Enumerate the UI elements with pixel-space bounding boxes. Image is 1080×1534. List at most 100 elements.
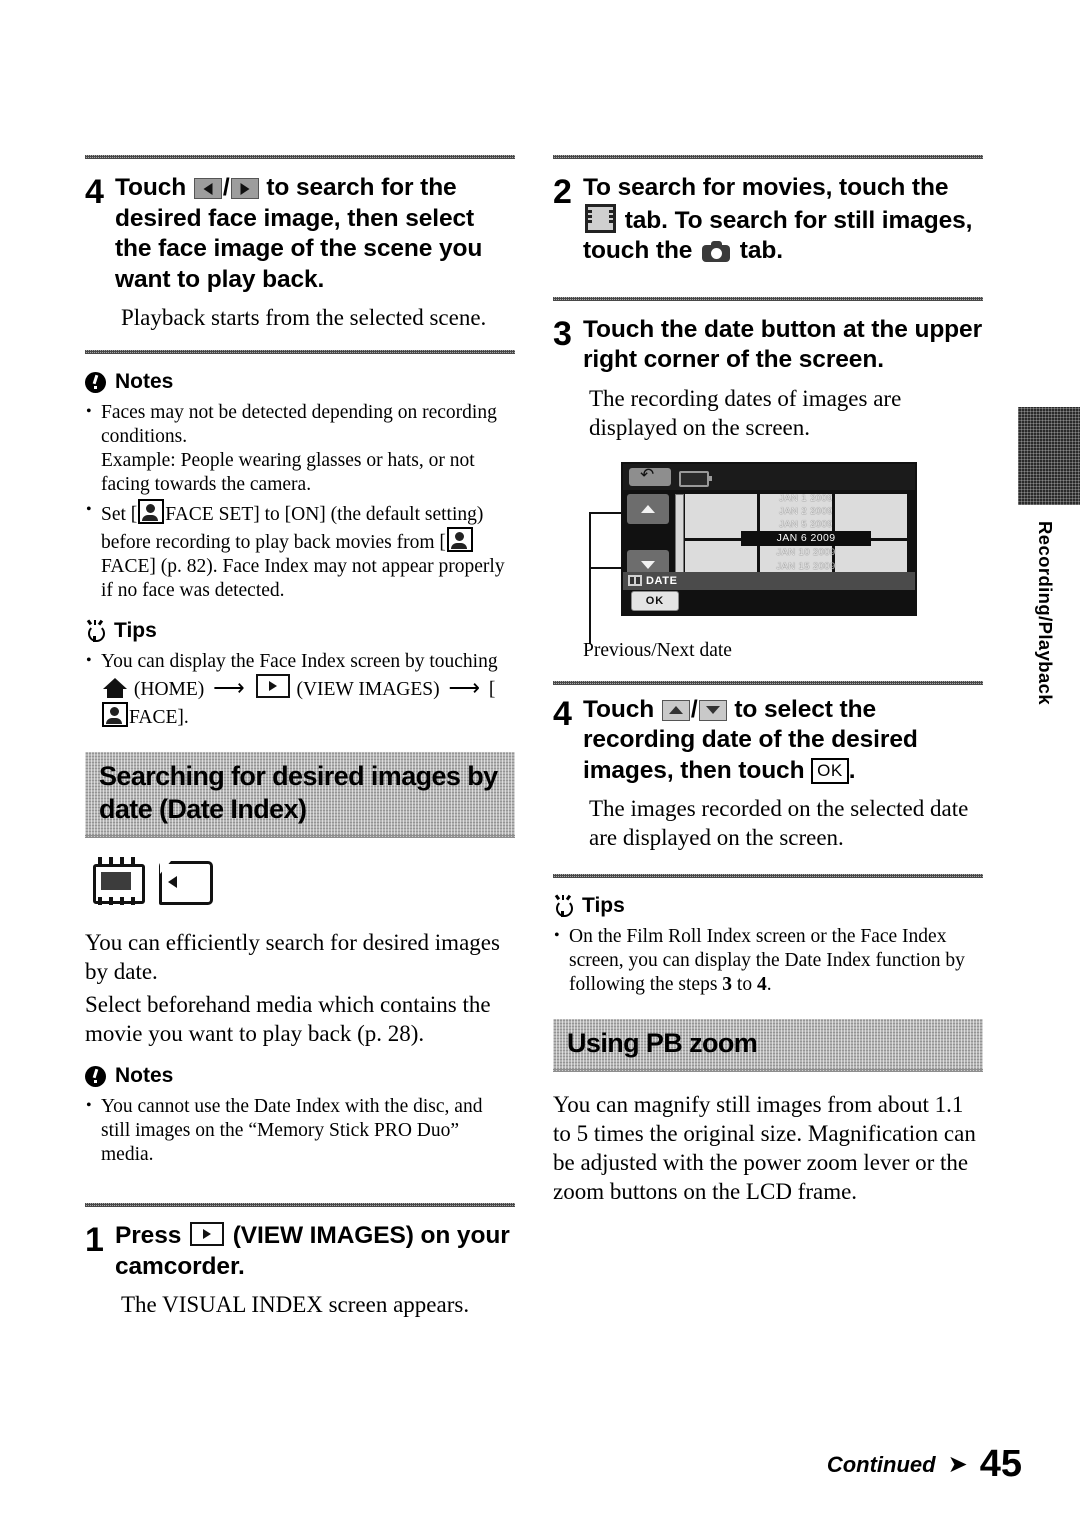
return-button-icon[interactable] (629, 465, 671, 486)
step-number: 4 (85, 173, 104, 211)
memory-stick-icon (159, 858, 213, 905)
tip-part-1: You can display the Face Index screen by… (101, 651, 498, 672)
note-item: You cannot use the Date Index with the d… (85, 1094, 515, 1167)
notes-list-face: Faces may not be detected depending on r… (85, 400, 515, 603)
side-tab-block (1018, 407, 1080, 505)
down-arrow-icon[interactable] (698, 699, 727, 721)
step-text-part-c: . (848, 756, 856, 784)
notes-label: Notes (115, 1064, 174, 1087)
step-4-description: The images recorded on the selected date… (589, 796, 969, 850)
pb-zoom-body: You can magnify still images from about … (553, 1092, 976, 1204)
lcd-illustration: JAN 1 2009 JAN 2 2009 JAN 5 2009 JAN 6 2… (553, 461, 983, 667)
step-text: Touch / to search for the desired face i… (115, 174, 483, 293)
date-entry[interactable]: JAN 1 2009 (741, 492, 871, 505)
step-text: Press (VIEW IMAGES) on your camcorder. (115, 1221, 515, 1282)
battery-icon (679, 470, 712, 487)
view-images-icon[interactable] (255, 674, 290, 698)
divider-rule (553, 155, 983, 159)
face-icon (138, 499, 165, 524)
step-1-press-view-images: 1 Press (VIEW IMAGES) on your camcorder. (85, 1221, 515, 1282)
page-footer: Continued ➤ 45 (827, 1443, 1022, 1486)
step-text-part-a: Touch (115, 174, 187, 201)
right-column: 2 To search for movies, touch the tab. T… (553, 155, 983, 1210)
date-entry-selected[interactable]: JAN 6 2009 (741, 531, 871, 547)
note-line-2: Example: People wearing glasses or hats,… (101, 450, 475, 495)
tip-step-a: 3 (722, 974, 733, 995)
note-part-1: Set [ (101, 504, 138, 525)
step-text-part-a: Press (115, 1222, 182, 1249)
arrow-right-icon: ⟶ (213, 675, 245, 700)
tips-label: Tips (582, 894, 625, 917)
lcd-nav-buttons (627, 493, 671, 582)
divider-rule-3 (553, 680, 983, 685)
still-image-tab-icon[interactable] (702, 241, 731, 262)
step-text: To search for movies, touch the tab. To … (583, 173, 983, 267)
arrow-right-icon: ⟶ (448, 675, 481, 700)
lcd-caption: Previous/Next date (583, 639, 732, 661)
tips-icon (85, 619, 105, 642)
step-text: Touch / to select the recording date of … (583, 695, 918, 784)
left-column: 4 Touch / to search for the desired face… (85, 155, 515, 1319)
up-arrow-icon[interactable] (661, 699, 690, 721)
section-heading-date-index: Searching for desired images by date (Da… (85, 752, 515, 838)
step-number: 4 (553, 694, 572, 733)
leader-line-upper (589, 511, 625, 514)
section-heading-pb-zoom: Using PB zoom (553, 1019, 983, 1072)
date-entry[interactable]: JAN 10 2009 (741, 546, 871, 559)
step-text-part-a: Touch (583, 695, 655, 723)
note-item: Faces may not be detected depending on r… (85, 400, 515, 497)
divider-rule (85, 155, 515, 159)
date-index-intro-2: Select beforehand media which contains t… (85, 992, 491, 1046)
step-3-touch-date-button: 3 Touch the date button at the upper rig… (553, 315, 983, 376)
lcd-screen: JAN 1 2009 JAN 2 2009 JAN 5 2009 JAN 6 2… (621, 461, 917, 616)
date-icon (628, 575, 642, 586)
notes-icon (85, 1065, 106, 1087)
side-tab-label: Recording/Playback (1035, 521, 1056, 706)
tip-item: On the Film Roll Index screen or the Fac… (553, 924, 983, 997)
notes-heading-face: Notes (85, 370, 515, 394)
page-number: 45 (979, 1443, 1022, 1485)
step-number: 3 (553, 314, 572, 353)
lcd-status-bar (623, 463, 915, 490)
step-number: 2 (553, 173, 572, 211)
step-1-description: The VISUAL INDEX screen appears. (121, 1292, 470, 1317)
lcd-ok-button[interactable]: OK (631, 590, 679, 611)
date-entry[interactable]: JAN 2 2009 (741, 505, 871, 518)
leader-line-lower (589, 566, 625, 569)
tips-list-face: You can display the Face Index screen by… (85, 649, 515, 730)
date-bar-label: DATE (646, 574, 678, 587)
home-icon[interactable] (103, 678, 127, 698)
continued-label: Continued (826, 1451, 936, 1477)
movie-tab-icon[interactable] (585, 203, 616, 233)
step-number: 1 (85, 1221, 104, 1259)
face-icon (102, 702, 128, 727)
view-images-icon[interactable] (189, 1222, 224, 1246)
notes-label: Notes (115, 370, 174, 393)
internal-memory-icon (87, 856, 145, 906)
step-4-select-date: 4 Touch / to select the recording date o… (553, 695, 983, 787)
tip-part-5: FACE]. (129, 707, 189, 728)
lcd-date-bar: DATE (623, 571, 915, 590)
step-text: Touch the date button at the upper right… (583, 315, 983, 374)
date-entry[interactable]: JAN 5 2009 (741, 518, 871, 531)
step-3-description: The recording dates of images are displa… (589, 385, 902, 440)
face-icon (446, 527, 473, 552)
tips-list-date: On the Film Roll Index screen or the Fac… (553, 924, 983, 997)
divider-rule-3 (85, 1203, 515, 1207)
next-arrow-icon[interactable] (230, 178, 259, 199)
ok-button-icon[interactable]: OK (811, 757, 849, 784)
tip-mid: to (736, 974, 753, 995)
arrow-right-icon: ➤ (947, 1451, 968, 1478)
tip-part-2: (HOME) (133, 679, 205, 700)
step-text-part-a: To search for movies, touch the (583, 174, 949, 201)
side-tab: Recording/Playback (1018, 407, 1080, 705)
tips-icon (553, 894, 573, 917)
divider-rule-2 (85, 350, 515, 354)
tip-part-4: [ (488, 679, 496, 700)
previous-date-button[interactable] (627, 493, 669, 524)
prev-arrow-icon[interactable] (193, 178, 222, 199)
tip-part-3: (VIEW IMAGES) (296, 679, 440, 700)
tip-step-b: 4 (756, 974, 767, 995)
divider-rule-2 (553, 296, 983, 301)
note-line-1: Faces may not be detected depending on r… (101, 402, 497, 447)
